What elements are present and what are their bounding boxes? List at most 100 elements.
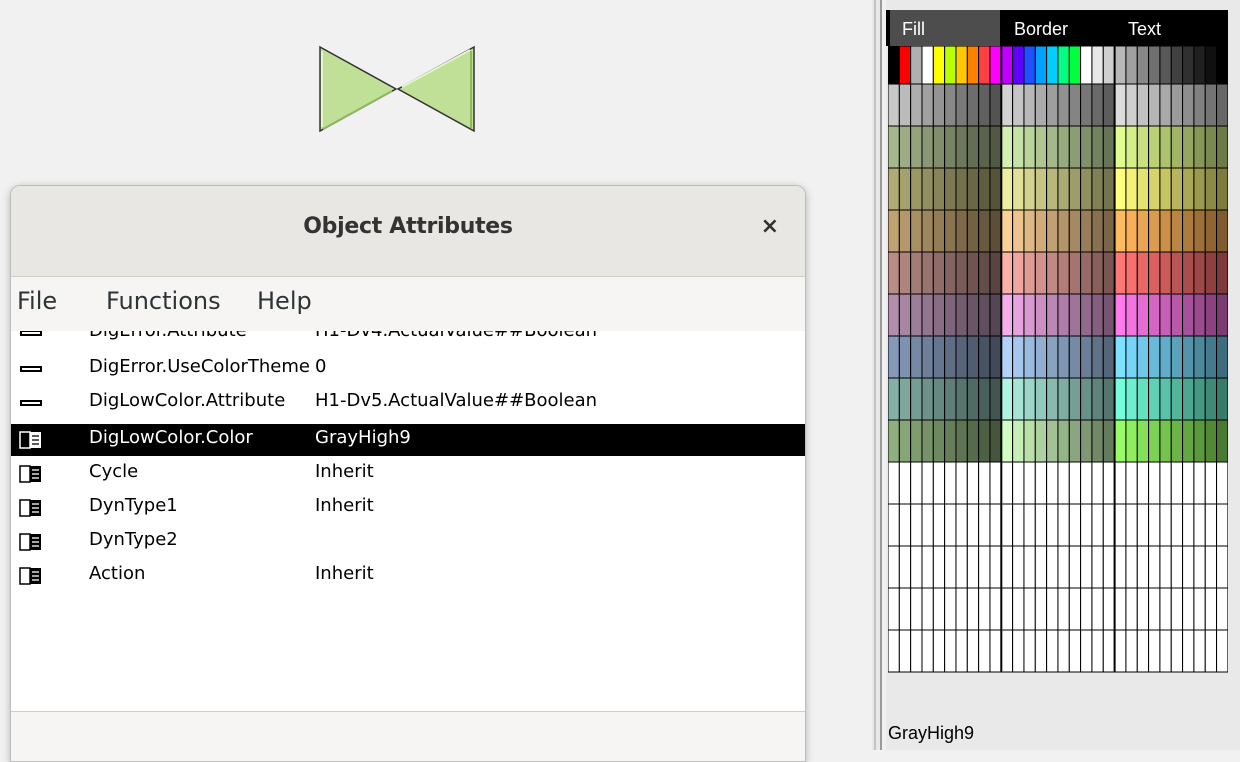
color-swatch[interactable] bbox=[1023, 83, 1036, 127]
color-swatch[interactable] bbox=[966, 419, 980, 463]
color-swatch[interactable] bbox=[888, 251, 900, 295]
color-swatch[interactable] bbox=[1182, 587, 1195, 631]
color-swatch[interactable] bbox=[989, 503, 1002, 547]
color-swatch[interactable] bbox=[1193, 629, 1206, 673]
color-swatch[interactable] bbox=[1046, 209, 1059, 253]
color-swatch[interactable] bbox=[955, 461, 968, 505]
color-swatch[interactable] bbox=[1046, 293, 1059, 337]
attribute-row[interactable]: DigError.Attribute H1-Dv4.ActualValue##Bo… bbox=[11, 331, 805, 349]
color-swatch[interactable] bbox=[1102, 251, 1116, 295]
color-swatch[interactable] bbox=[1182, 125, 1195, 169]
color-swatch[interactable] bbox=[1057, 629, 1070, 673]
color-swatch[interactable] bbox=[944, 419, 957, 463]
color-swatch[interactable] bbox=[921, 83, 934, 127]
color-swatch[interactable] bbox=[888, 83, 900, 127]
color-swatch[interactable] bbox=[1204, 209, 1218, 253]
color-swatch[interactable] bbox=[955, 46, 968, 85]
color-swatch[interactable] bbox=[1000, 167, 1014, 211]
color-swatch[interactable] bbox=[898, 587, 912, 631]
color-swatch[interactable] bbox=[888, 335, 900, 379]
color-swatch[interactable] bbox=[888, 209, 900, 253]
color-swatch[interactable] bbox=[921, 46, 934, 85]
color-swatch[interactable] bbox=[955, 629, 968, 673]
color-swatch[interactable] bbox=[888, 46, 900, 85]
color-swatch[interactable] bbox=[989, 629, 1002, 673]
color-swatch[interactable] bbox=[1091, 293, 1104, 337]
color-swatch[interactable] bbox=[921, 377, 934, 421]
color-swatch[interactable] bbox=[966, 461, 980, 505]
color-swatch[interactable] bbox=[888, 629, 900, 673]
color-swatch[interactable] bbox=[1193, 83, 1206, 127]
color-swatch[interactable] bbox=[1125, 545, 1138, 589]
color-swatch[interactable] bbox=[1114, 209, 1127, 253]
dialog-titlebar[interactable]: Object Attributes × bbox=[11, 186, 805, 277]
color-swatch[interactable] bbox=[966, 377, 980, 421]
color-swatch[interactable] bbox=[1148, 461, 1161, 505]
color-swatch[interactable] bbox=[1102, 209, 1116, 253]
color-swatch[interactable] bbox=[1125, 587, 1138, 631]
color-swatch[interactable] bbox=[1000, 545, 1014, 589]
color-swatch[interactable] bbox=[1102, 83, 1116, 127]
color-swatch[interactable] bbox=[888, 545, 900, 589]
color-swatch[interactable] bbox=[1034, 46, 1048, 85]
color-swatch[interactable] bbox=[1057, 419, 1070, 463]
color-swatch[interactable] bbox=[1034, 293, 1048, 337]
color-swatch[interactable] bbox=[1216, 209, 1228, 253]
color-swatch[interactable] bbox=[978, 46, 991, 85]
color-swatch[interactable] bbox=[1046, 419, 1059, 463]
color-swatch[interactable] bbox=[1080, 461, 1093, 505]
color-swatch[interactable] bbox=[1136, 419, 1150, 463]
valve-symbol[interactable] bbox=[318, 45, 478, 133]
color-swatch[interactable] bbox=[989, 587, 1002, 631]
color-swatch[interactable] bbox=[1159, 545, 1172, 589]
color-swatch[interactable] bbox=[955, 335, 968, 379]
color-swatch[interactable] bbox=[1159, 125, 1172, 169]
color-swatch[interactable] bbox=[1182, 83, 1195, 127]
color-swatch[interactable] bbox=[898, 419, 912, 463]
color-swatch[interactable] bbox=[1012, 46, 1025, 85]
color-swatch[interactable] bbox=[888, 167, 900, 211]
color-swatch[interactable] bbox=[1170, 167, 1184, 211]
color-swatch[interactable] bbox=[1034, 503, 1048, 547]
color-swatch[interactable] bbox=[1148, 83, 1161, 127]
color-swatch[interactable] bbox=[910, 587, 923, 631]
color-swatch[interactable] bbox=[910, 629, 923, 673]
color-swatch[interactable] bbox=[944, 461, 957, 505]
color-swatch[interactable] bbox=[1080, 629, 1093, 673]
color-swatch[interactable] bbox=[966, 251, 980, 295]
color-swatch[interactable] bbox=[1000, 461, 1014, 505]
color-swatch[interactable] bbox=[921, 125, 934, 169]
color-swatch[interactable] bbox=[1023, 209, 1036, 253]
color-swatch[interactable] bbox=[1148, 545, 1161, 589]
color-swatch[interactable] bbox=[1114, 293, 1127, 337]
color-swatch[interactable] bbox=[1125, 629, 1138, 673]
color-swatch[interactable] bbox=[1114, 125, 1127, 169]
color-swatch[interactable] bbox=[1148, 46, 1161, 85]
color-swatch[interactable] bbox=[1023, 461, 1036, 505]
color-swatch[interactable] bbox=[1170, 461, 1184, 505]
color-swatch[interactable] bbox=[989, 377, 1002, 421]
color-swatch[interactable] bbox=[978, 251, 991, 295]
color-swatch[interactable] bbox=[898, 503, 912, 547]
color-swatch[interactable] bbox=[1034, 167, 1048, 211]
color-swatch[interactable] bbox=[1012, 545, 1025, 589]
color-swatch[interactable] bbox=[1023, 167, 1036, 211]
color-swatch[interactable] bbox=[1114, 377, 1127, 421]
color-swatch[interactable] bbox=[1080, 335, 1093, 379]
color-swatch[interactable] bbox=[1125, 83, 1138, 127]
color-swatch[interactable] bbox=[1023, 377, 1036, 421]
color-swatch[interactable] bbox=[1080, 545, 1093, 589]
color-swatch[interactable] bbox=[1159, 377, 1172, 421]
color-swatch[interactable] bbox=[1023, 46, 1036, 85]
color-swatch[interactable] bbox=[1102, 125, 1116, 169]
color-swatch[interactable] bbox=[921, 335, 934, 379]
color-swatch[interactable] bbox=[1057, 545, 1070, 589]
color-swatch[interactable] bbox=[1204, 587, 1218, 631]
color-swatch[interactable] bbox=[1193, 46, 1206, 85]
color-swatch[interactable] bbox=[1068, 587, 1082, 631]
color-swatch[interactable] bbox=[955, 293, 968, 337]
color-swatch[interactable] bbox=[1216, 46, 1228, 85]
color-swatch[interactable] bbox=[932, 461, 946, 505]
color-swatch[interactable] bbox=[1080, 587, 1093, 631]
color-swatch[interactable] bbox=[1148, 293, 1161, 337]
